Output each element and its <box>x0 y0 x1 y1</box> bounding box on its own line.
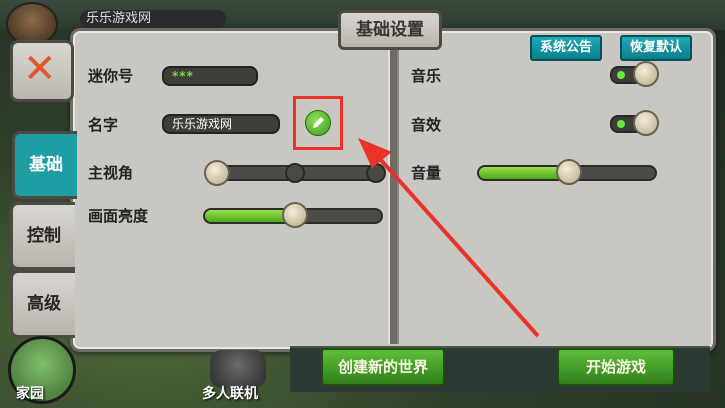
volume-label: 音量 <box>411 164 442 182</box>
restore-default-button[interactable]: 恢复默认 <box>620 35 693 61</box>
music-label: 音乐 <box>411 67 442 85</box>
view-option-first[interactable] <box>204 160 230 186</box>
volume-slider-fill <box>479 167 567 179</box>
mini-id-field: *** <box>162 66 258 86</box>
create-world-button[interactable]: 创建新的世界 <box>321 348 445 386</box>
brightness-label: 画面亮度 <box>88 207 149 225</box>
panel-divider <box>388 34 399 344</box>
music-toggle-indicator <box>617 71 625 79</box>
home-label: 家园 <box>16 386 44 402</box>
close-button[interactable]: ✕ <box>10 40 74 102</box>
mini-id-label: 迷你号 <box>88 67 134 85</box>
sfx-label: 音效 <box>411 116 442 134</box>
tab-basic[interactable]: 基础 <box>12 131 77 199</box>
name-field[interactable]: 乐乐游戏网 <box>162 114 280 134</box>
close-x-icon: ✕ <box>23 46 57 92</box>
volume-slider-knob[interactable] <box>556 159 582 185</box>
sfx-toggle-indicator <box>617 120 625 128</box>
multiplayer-label: 多人联机 <box>202 386 258 402</box>
brightness-slider-knob[interactable] <box>282 202 308 228</box>
view-option-second[interactable] <box>285 163 305 183</box>
view-option-third[interactable] <box>366 163 386 183</box>
announcement-button[interactable]: 系统公告 <box>530 35 603 61</box>
tab-advanced[interactable]: 高级 <box>10 270 75 338</box>
name-label: 名字 <box>88 116 119 134</box>
start-game-button[interactable]: 开始游戏 <box>557 348 675 386</box>
mini-id-value: *** <box>172 69 194 83</box>
tab-control[interactable]: 控制 <box>10 202 75 270</box>
sfx-toggle-knob[interactable] <box>633 110 659 136</box>
view-label: 主视角 <box>88 164 134 182</box>
music-toggle-knob[interactable] <box>633 61 659 87</box>
background-title: 乐乐游戏网 <box>80 10 226 28</box>
highlight-box <box>293 96 343 150</box>
brightness-slider-fill <box>205 210 293 222</box>
dialog-title: 基础设置 <box>338 10 442 50</box>
